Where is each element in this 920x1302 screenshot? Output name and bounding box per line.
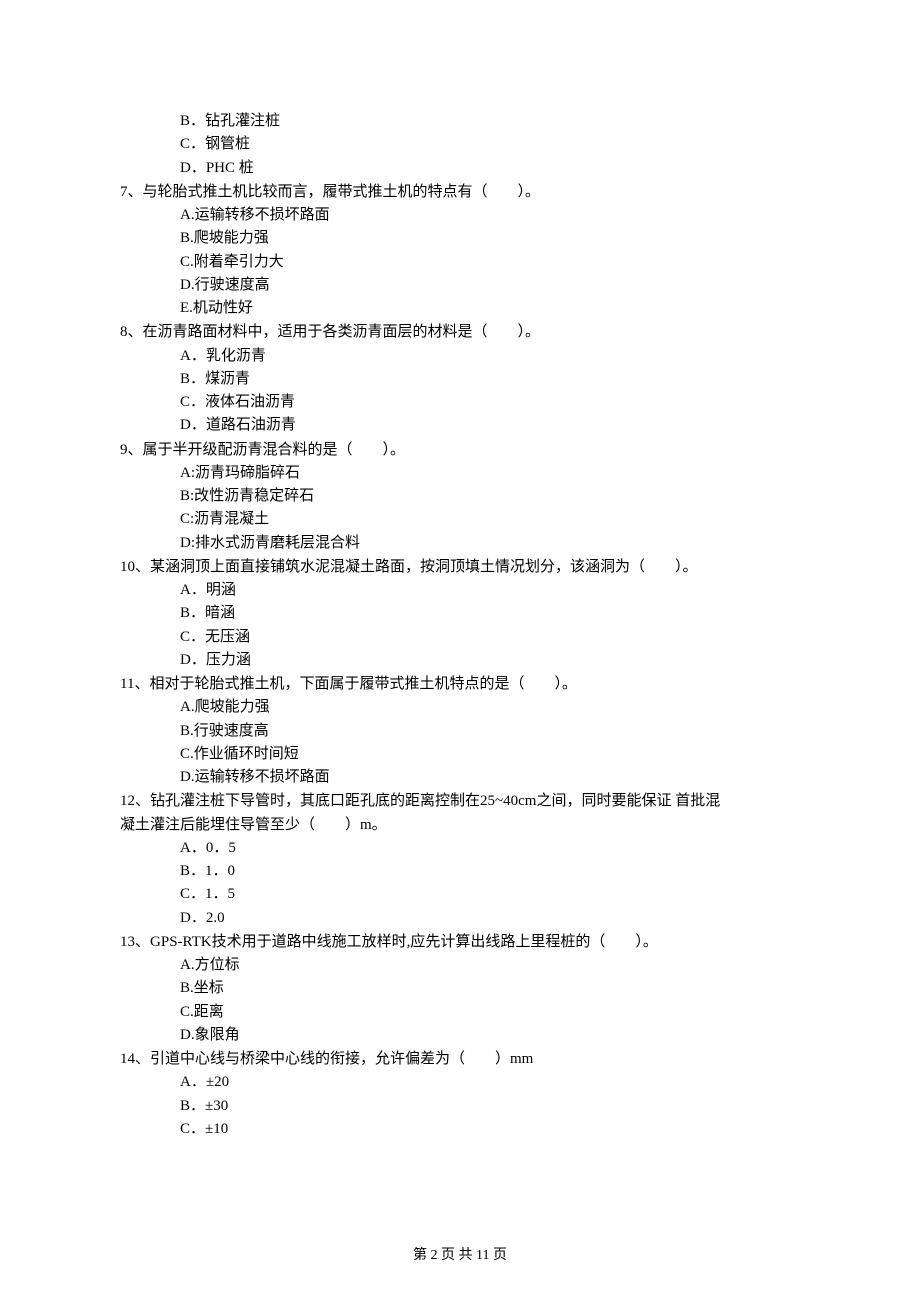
option: C．钢管桩 <box>120 133 800 156</box>
option: A．±20 <box>120 1071 800 1094</box>
options: A:沥青玛碲脂碎石 B:改性沥青稳定碎石 C:沥青混凝土 D:排水式沥青磨耗层混… <box>120 462 800 555</box>
option: C.附着牵引力大 <box>120 251 800 274</box>
option: D:排水式沥青磨耗层混合料 <box>120 532 800 555</box>
question-stem: 10、某涵洞顶上面直接铺筑水泥混凝土路面，按洞顶填土情况划分，该涵洞为（ ）。 <box>120 556 800 579</box>
question-text: 钻孔灌注桩下导管时，其底口距孔底的距离控制在25~40cm之间，同时要能保证 首… <box>150 793 720 809</box>
question-stem: 8、在沥青路面材料中，适用于各类沥青面层的材料是（ ）。 <box>120 321 800 344</box>
option: D.象限角 <box>120 1024 800 1047</box>
question-number: 14、 <box>120 1051 150 1067</box>
question-stem: 9、属于半开级配沥青混合料的是（ ）。 <box>120 439 800 462</box>
options: A.方位标 B.坐标 C.距离 D.象限角 <box>120 954 800 1047</box>
option: D．2.0 <box>120 907 800 930</box>
question-text: GPS-RTK技术用于道路中线施工放样时,应先计算出线路上里程桩的（ ）。 <box>150 934 658 950</box>
option: A.爬坡能力强 <box>120 696 800 719</box>
question-number: 13、 <box>120 934 150 950</box>
option: A．0．5 <box>120 837 800 860</box>
option: B．±30 <box>120 1095 800 1118</box>
option: C．1．5 <box>120 883 800 906</box>
option: E.机动性好 <box>120 297 800 320</box>
question-number: 11、 <box>120 676 149 692</box>
options: A．0．5 B．1．0 C．1．5 D．2.0 <box>120 837 800 930</box>
option: A:沥青玛碲脂碎石 <box>120 462 800 485</box>
question-7: 7、与轮胎式推土机比较而言，履带式推土机的特点有（ ）。 A.运输转移不损坏路面… <box>120 181 800 321</box>
option: B．暗涵 <box>120 602 800 625</box>
question-stem-cont: 凝土灌注后能埋住导管至少（ ）m。 <box>120 814 800 837</box>
option: B.坐标 <box>120 977 800 1000</box>
option: C．液体石油沥青 <box>120 391 800 414</box>
option: C．无压涵 <box>120 626 800 649</box>
question-11: 11、相对于轮胎式推土机，下面属于履带式推土机特点的是（ ）。 A.爬坡能力强 … <box>120 673 800 789</box>
option: B.行驶速度高 <box>120 720 800 743</box>
options: A．明涵 B．暗涵 C．无压涵 D．压力涵 <box>120 579 800 672</box>
option: B．1．0 <box>120 860 800 883</box>
option: D．压力涵 <box>120 649 800 672</box>
option: C:沥青混凝土 <box>120 508 800 531</box>
question-13: 13、GPS-RTK技术用于道路中线施工放样时,应先计算出线路上里程桩的（ ）。… <box>120 931 800 1047</box>
question-9: 9、属于半开级配沥青混合料的是（ ）。 A:沥青玛碲脂碎石 B:改性沥青稳定碎石… <box>120 439 800 555</box>
question-10: 10、某涵洞顶上面直接铺筑水泥混凝土路面，按洞顶填土情况划分，该涵洞为（ ）。 … <box>120 556 800 672</box>
options: A．乳化沥青 B．煤沥青 C．液体石油沥青 D．道路石油沥青 <box>120 345 800 438</box>
orphan-options-block: B．钻孔灌注桩 C．钢管桩 D．PHC 桩 <box>120 110 800 180</box>
option: B.爬坡能力强 <box>120 227 800 250</box>
question-text: 属于半开级配沥青混合料的是（ ）。 <box>143 442 406 458</box>
option: C．±10 <box>120 1118 800 1141</box>
option: B．钻孔灌注桩 <box>120 110 800 133</box>
options: A.爬坡能力强 B.行驶速度高 C.作业循环时间短 D.运输转移不损坏路面 <box>120 696 800 789</box>
option: C.作业循环时间短 <box>120 743 800 766</box>
question-text: 引道中心线与桥梁中心线的衔接，允许偏差为（ ）mm <box>150 1051 533 1067</box>
options: A．±20 B．±30 C．±10 <box>120 1071 800 1141</box>
option: C.距离 <box>120 1001 800 1024</box>
option: B．煤沥青 <box>120 368 800 391</box>
question-number: 8、 <box>120 324 143 340</box>
question-stem: 13、GPS-RTK技术用于道路中线施工放样时,应先计算出线路上里程桩的（ ）。 <box>120 931 800 954</box>
question-text-cont: 凝土灌注后能埋住导管至少（ ）m。 <box>120 817 387 833</box>
question-number: 7、 <box>120 184 143 200</box>
question-text: 在沥青路面材料中，适用于各类沥青面层的材料是（ ）。 <box>143 324 541 340</box>
question-stem: 7、与轮胎式推土机比较而言，履带式推土机的特点有（ ）。 <box>120 181 800 204</box>
page-footer: 第 2 页 共 11 页 <box>0 1245 920 1267</box>
option: B:改性沥青稳定碎石 <box>120 485 800 508</box>
question-stem: 12、钻孔灌注桩下导管时，其底口距孔底的距离控制在25~40cm之间，同时要能保… <box>120 790 800 813</box>
question-number: 9、 <box>120 442 143 458</box>
question-stem: 11、相对于轮胎式推土机，下面属于履带式推土机特点的是（ ）。 <box>120 673 800 696</box>
option: D.运输转移不损坏路面 <box>120 766 800 789</box>
options: A.运输转移不损坏路面 B.爬坡能力强 C.附着牵引力大 D.行驶速度高 E.机… <box>120 204 800 320</box>
question-text: 相对于轮胎式推土机，下面属于履带式推土机特点的是（ ）。 <box>149 676 577 692</box>
question-number: 10、 <box>120 559 150 575</box>
option: D．道路石油沥青 <box>120 414 800 437</box>
option: A．乳化沥青 <box>120 345 800 368</box>
question-stem: 14、引道中心线与桥梁中心线的衔接，允许偏差为（ ）mm <box>120 1048 800 1071</box>
option: A．明涵 <box>120 579 800 602</box>
question-text: 与轮胎式推土机比较而言，履带式推土机的特点有（ ）。 <box>143 184 541 200</box>
exam-page: B．钻孔灌注桩 C．钢管桩 D．PHC 桩 7、与轮胎式推土机比较而言，履带式推… <box>0 0 920 1302</box>
question-text: 某涵洞顶上面直接铺筑水泥混凝土路面，按洞顶填土情况划分，该涵洞为（ ）。 <box>150 559 698 575</box>
question-8: 8、在沥青路面材料中，适用于各类沥青面层的材料是（ ）。 A．乳化沥青 B．煤沥… <box>120 321 800 437</box>
question-number: 12、 <box>120 793 150 809</box>
option: D．PHC 桩 <box>120 157 800 180</box>
option: A.方位标 <box>120 954 800 977</box>
question-14: 14、引道中心线与桥梁中心线的衔接，允许偏差为（ ）mm A．±20 B．±30… <box>120 1048 800 1141</box>
option: A.运输转移不损坏路面 <box>120 204 800 227</box>
option: D.行驶速度高 <box>120 274 800 297</box>
question-12: 12、钻孔灌注桩下导管时，其底口距孔底的距离控制在25~40cm之间，同时要能保… <box>120 790 800 930</box>
